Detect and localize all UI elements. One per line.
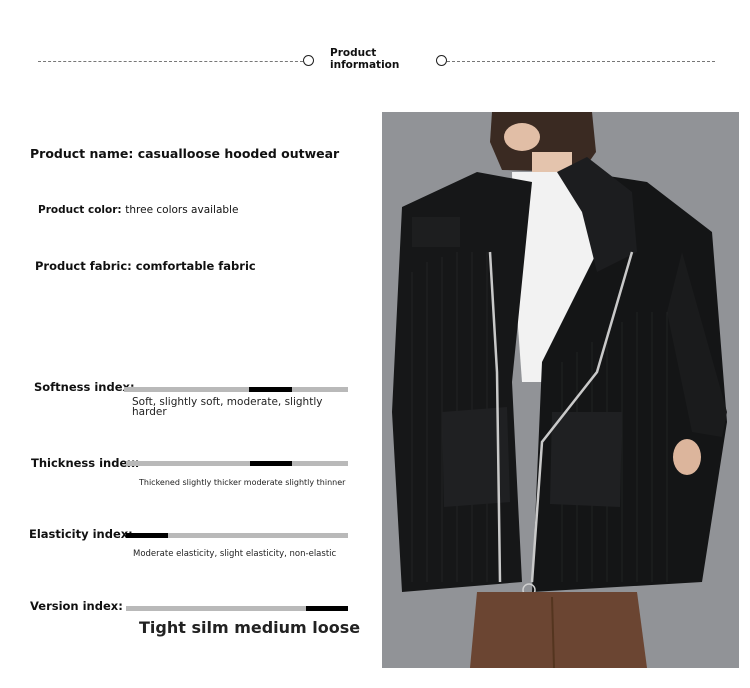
header-circle-right-icon <box>436 55 447 66</box>
product-name: Product name: casualloose hooded outwear <box>30 146 339 161</box>
softness-index-label: Softness index: <box>34 380 135 394</box>
product-color-value: three colors available <box>125 204 239 216</box>
elasticity-index-track <box>126 533 348 538</box>
product-name-value: casualloose hooded outwear <box>137 146 340 161</box>
product-fabric-value: comfortable fabric <box>135 259 256 273</box>
softness-index-indicator <box>249 387 292 392</box>
product-photo <box>382 112 739 668</box>
softness-index-scale: Soft, slightly soft, moderate, slightly … <box>132 396 323 418</box>
elasticity-index-scale: Moderate elasticity, slight elasticity, … <box>133 549 337 559</box>
product-fabric-label: Product fabric: <box>35 259 132 273</box>
section-title: Product information <box>330 47 399 71</box>
elasticity-index-indicator <box>126 533 169 538</box>
elasticity-index-label: Elasticity index: <box>29 527 133 541</box>
version-index-label: Version index: <box>30 599 123 613</box>
thickness-index-track <box>126 461 348 466</box>
product-color-label: Product color: <box>38 204 122 216</box>
header-divider-right <box>447 61 715 62</box>
softness-index-track <box>124 387 348 392</box>
section-title-line1: Product <box>330 47 377 59</box>
thickness-index-label: Thickness index: <box>31 456 140 470</box>
version-index-indicator <box>305 606 348 611</box>
version-index-scale: Tight silm medium loose <box>139 618 361 637</box>
thickness-index-scale: Thickened slightly thicker moderate slig… <box>139 478 346 487</box>
thickness-index-indicator <box>250 461 293 466</box>
product-fabric: Product fabric: comfortable fabric <box>35 259 256 273</box>
product-name-label: Product name: <box>30 146 134 161</box>
header-circle-left-icon <box>303 55 314 66</box>
model-illustration <box>382 112 739 668</box>
header-divider-left <box>38 61 303 62</box>
product-color: Product color: three colors available <box>38 204 238 216</box>
version-index-track <box>126 606 348 611</box>
section-title-line2: information <box>330 59 400 71</box>
